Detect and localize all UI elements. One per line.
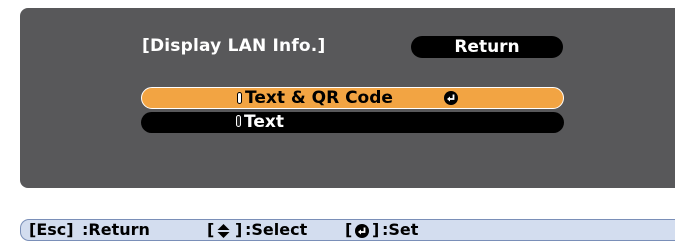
return-button[interactable]: Return bbox=[411, 36, 563, 58]
help-esc-action: :Return bbox=[82, 220, 150, 239]
help-select-open: [ bbox=[207, 220, 215, 239]
option-label: Text bbox=[244, 112, 284, 132]
help-select-close: ] bbox=[235, 220, 243, 239]
up-down-arrow-icon bbox=[217, 223, 230, 243]
help-select-action: :Select bbox=[245, 220, 308, 239]
page-title: [Display LAN Info.] bbox=[142, 36, 326, 56]
enter-icon bbox=[355, 223, 369, 243]
option-label: Text & QR Code bbox=[245, 88, 393, 108]
help-esc-key: [Esc] bbox=[29, 220, 74, 239]
option-text[interactable]: Text bbox=[141, 112, 564, 133]
help-set-close: ] bbox=[372, 220, 380, 239]
menu-panel: [Display LAN Info.] Return Text & QR Cod… bbox=[20, 8, 675, 188]
help-bar: [Esc] :Return [ ] :Select [ ] :Set bbox=[20, 219, 675, 241]
enter-icon bbox=[444, 91, 458, 105]
option-text-qr-code[interactable]: Text & QR Code bbox=[141, 87, 564, 109]
radio-indicator bbox=[237, 92, 242, 104]
radio-indicator bbox=[236, 115, 241, 127]
help-set-open: [ bbox=[345, 220, 353, 239]
help-set-action: :Set bbox=[382, 220, 419, 239]
